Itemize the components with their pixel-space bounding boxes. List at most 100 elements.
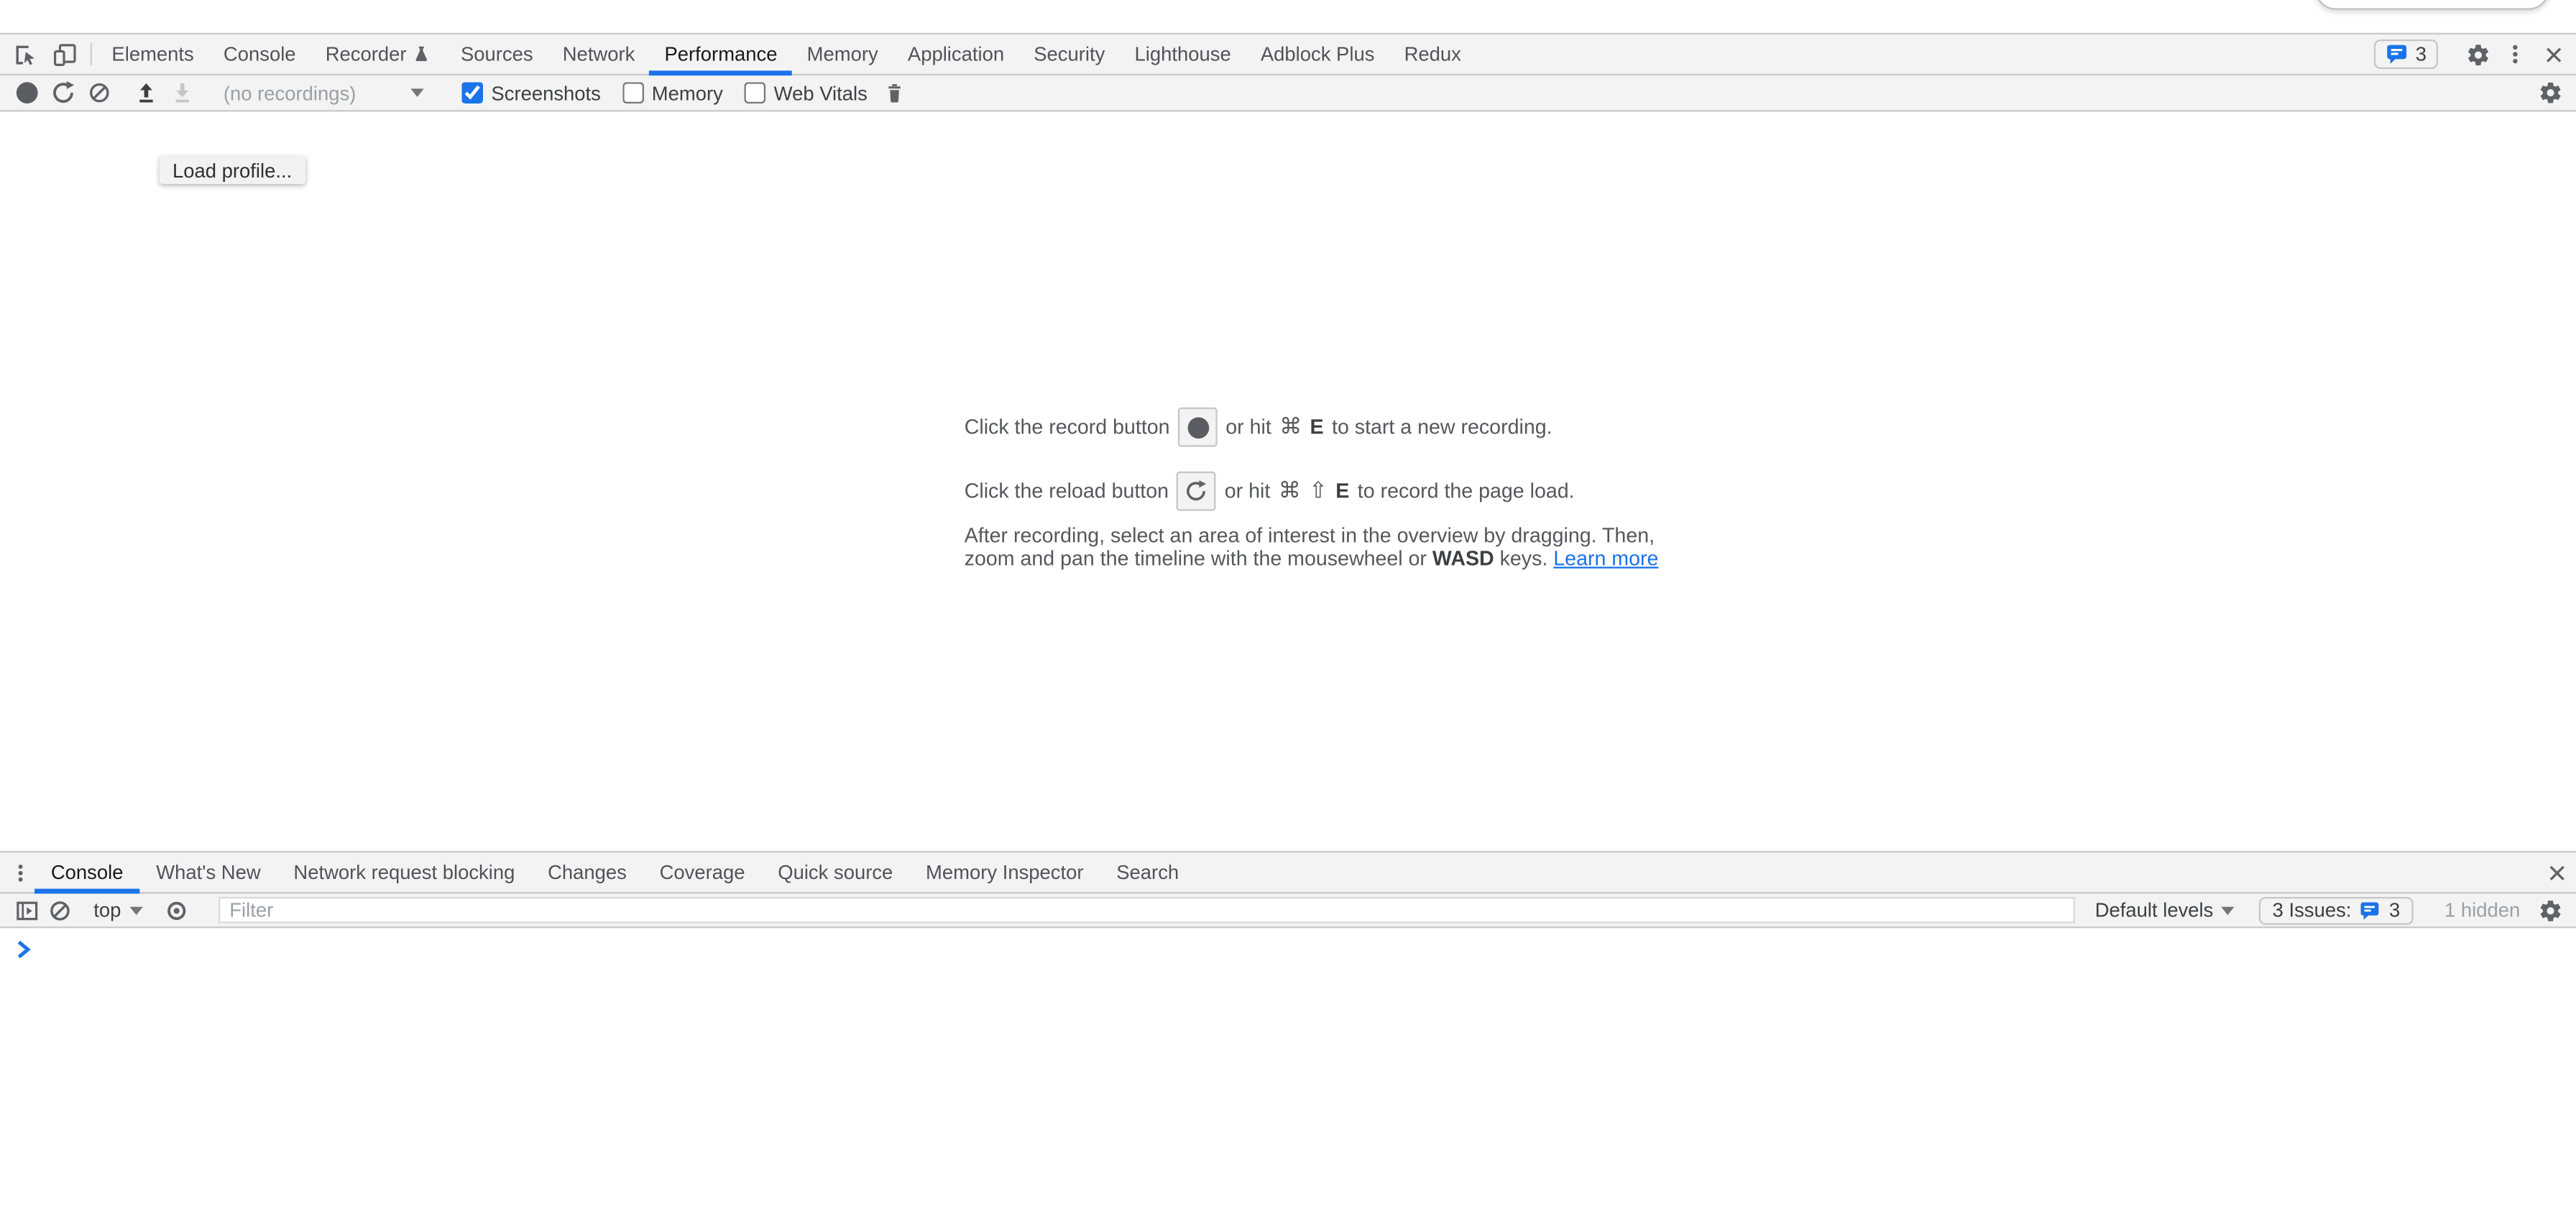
screenshots-checkbox[interactable] bbox=[461, 82, 483, 103]
drawer-tab-label: Console bbox=[51, 861, 124, 884]
tab-redux[interactable]: Redux bbox=[1389, 34, 1476, 74]
screenshots-label: Screenshots bbox=[491, 81, 600, 104]
console-toolbar: top Default levels bbox=[0, 893, 2576, 928]
kebab-menu-icon bbox=[2503, 42, 2526, 65]
tab-recorder[interactable]: Recorder bbox=[310, 34, 446, 74]
live-expression-button[interactable] bbox=[160, 893, 193, 926]
more-options-button[interactable] bbox=[2497, 38, 2533, 71]
drawer-tab-console[interactable]: Console bbox=[34, 852, 139, 892]
drawer-tab-search[interactable]: Search bbox=[1100, 852, 1195, 892]
tab-label: Sources bbox=[461, 42, 533, 65]
recordings-select[interactable]: (no recordings) bbox=[218, 78, 432, 108]
drawer-tab-label: Quick source bbox=[778, 861, 893, 884]
tabbar-right-controls: 3 bbox=[2375, 34, 2576, 74]
issues-count: 3 bbox=[2416, 42, 2426, 65]
javascript-context-select[interactable]: top bbox=[87, 898, 149, 921]
tab-security[interactable]: Security bbox=[1019, 34, 1120, 74]
tab-application[interactable]: Application bbox=[893, 34, 1018, 74]
tab-network[interactable]: Network bbox=[548, 34, 650, 74]
capture-settings-button[interactable] bbox=[2531, 76, 2567, 109]
issues-bubble-icon bbox=[2360, 899, 2381, 921]
device-toolbar-icon bbox=[52, 42, 76, 66]
screenshots-checkbox-group: Screenshots bbox=[461, 81, 601, 104]
tab-label: Performance bbox=[665, 42, 778, 65]
block-icon bbox=[86, 80, 111, 105]
web-vitals-checkbox[interactable] bbox=[745, 82, 766, 103]
tab-sources[interactable]: Sources bbox=[446, 34, 548, 74]
flask-icon bbox=[413, 45, 431, 64]
browser-popup-remnant bbox=[2315, 0, 2550, 10]
drawer-tab-memory-inspector[interactable]: Memory Inspector bbox=[909, 852, 1100, 892]
issues-bubble-icon bbox=[2386, 42, 2409, 65]
reload-and-record-button[interactable] bbox=[45, 76, 80, 109]
settings-button[interactable] bbox=[2460, 38, 2496, 71]
drawer-tab-network-request-blocking[interactable]: Network request blocking bbox=[277, 852, 532, 892]
close-icon bbox=[2546, 862, 2567, 883]
log-levels-select[interactable]: Default levels bbox=[2089, 898, 2242, 921]
drawer-tab-label: Memory Inspector bbox=[926, 861, 1084, 884]
tab-lighthouse[interactable]: Lighthouse bbox=[1120, 34, 1246, 74]
record-button[interactable] bbox=[8, 76, 44, 109]
download-icon bbox=[171, 81, 194, 104]
e-key: E bbox=[1310, 415, 1324, 438]
console-filter-input[interactable] bbox=[218, 897, 2075, 924]
tab-performance[interactable]: Performance bbox=[650, 34, 792, 74]
tab-memory[interactable]: Memory bbox=[792, 34, 893, 74]
e-key: E bbox=[1335, 479, 1349, 502]
close-icon bbox=[2542, 44, 2564, 65]
wasd-keys: WASD bbox=[1432, 547, 1494, 570]
issues-count: 3 bbox=[2389, 898, 2400, 921]
memory-checkbox[interactable] bbox=[622, 82, 644, 103]
record-icon bbox=[1187, 416, 1209, 438]
garbage-collect-button[interactable] bbox=[878, 76, 914, 109]
memory-checkbox-group: Memory bbox=[622, 81, 723, 104]
main-tabbar: Elements Console Recorder Sources Networ… bbox=[0, 33, 2576, 75]
close-devtools-button[interactable] bbox=[2535, 38, 2571, 71]
console-sidebar-toggle-button[interactable] bbox=[10, 893, 43, 926]
drawer-tab-label: Changes bbox=[548, 861, 627, 884]
cmd-key-symbol: ⌘ bbox=[1279, 414, 1302, 441]
record-button-illustration bbox=[1178, 408, 1218, 447]
record-instruction-line: Click the record button or hit ⌘ E to st… bbox=[965, 408, 1612, 447]
console-prompt-area[interactable] bbox=[0, 928, 2576, 1205]
drawer-tab-coverage[interactable]: Coverage bbox=[643, 852, 762, 892]
issues-counter-button[interactable]: 3 bbox=[2375, 40, 2438, 69]
record-instruction-pre: Click the record button bbox=[965, 415, 1170, 438]
drawer-tab-changes[interactable]: Changes bbox=[531, 852, 643, 892]
reload-icon bbox=[50, 80, 75, 105]
drawer-more-tabs-button[interactable] bbox=[5, 856, 34, 889]
tab-label: Console bbox=[224, 42, 296, 65]
clear-console-button[interactable] bbox=[42, 893, 75, 926]
inspect-cursor-icon bbox=[12, 42, 37, 66]
console-settings-button[interactable] bbox=[2534, 893, 2567, 926]
performance-panel-body: Click the record button or hit ⌘ E to st… bbox=[0, 111, 2576, 851]
close-drawer-button[interactable] bbox=[2542, 856, 2571, 889]
record-icon bbox=[16, 82, 37, 103]
reload-instruction-mid: or hit bbox=[1225, 479, 1271, 502]
tooltip-label: Load profile... bbox=[172, 159, 292, 182]
log-levels-value: Default levels bbox=[2095, 898, 2214, 921]
chevron-down-icon bbox=[410, 88, 423, 96]
drawer-tab-whats-new[interactable]: What's New bbox=[139, 852, 277, 892]
clear-recordings-button[interactable] bbox=[80, 76, 116, 109]
inspect-element-button[interactable] bbox=[6, 38, 42, 71]
tab-label: Adblock Plus bbox=[1261, 42, 1375, 65]
tab-elements[interactable]: Elements bbox=[97, 34, 209, 74]
issues-label: 3 Issues: bbox=[2273, 898, 2352, 921]
issues-button[interactable]: 3 Issues: 3 bbox=[2259, 896, 2413, 924]
gear-icon bbox=[2537, 898, 2562, 922]
tabbar-left-icons bbox=[0, 34, 86, 74]
load-profile-button[interactable] bbox=[128, 76, 164, 109]
sidebar-toggle-icon bbox=[14, 898, 38, 922]
tab-label: Network bbox=[563, 42, 635, 65]
tab-console[interactable]: Console bbox=[208, 34, 310, 74]
save-profile-button[interactable] bbox=[165, 76, 201, 109]
drawer-tab-label: Search bbox=[1116, 861, 1179, 884]
learn-more-link[interactable]: Learn more bbox=[1553, 547, 1658, 570]
recordings-select-value: (no recordings) bbox=[224, 81, 356, 104]
drawer-tab-quick-source[interactable]: Quick source bbox=[761, 852, 909, 892]
device-toolbar-button[interactable] bbox=[46, 38, 82, 71]
tabbar-separator bbox=[91, 42, 92, 65]
tab-adblock-plus[interactable]: Adblock Plus bbox=[1246, 34, 1389, 74]
context-select-value: top bbox=[93, 898, 121, 921]
